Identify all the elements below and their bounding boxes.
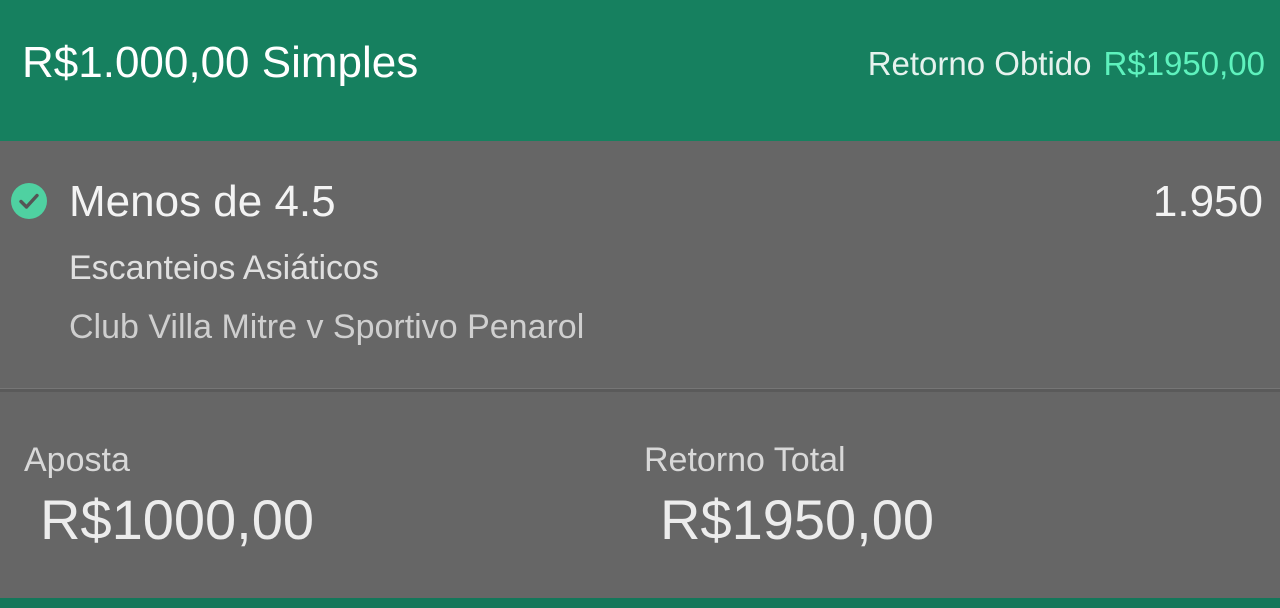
bet-header[interactable]: R$1.000,00 Simples Retorno Obtido R$1950,… <box>0 0 1280 141</box>
divider <box>0 388 1280 392</box>
selection-market: Escanteios Asiáticos <box>69 249 379 287</box>
selection-name: Menos de 4.5 <box>69 177 336 226</box>
return-obtained: Retorno Obtido R$1950,00 <box>868 44 1265 84</box>
bet-title: R$1.000,00 Simples <box>22 38 419 87</box>
check-circle-icon <box>11 183 47 219</box>
return-obtained-value: R$1950,00 <box>1103 45 1265 82</box>
total-return-value: R$1950,00 <box>660 488 935 551</box>
return-obtained-label: Retorno Obtido <box>867 45 1092 82</box>
stake-value: R$1000,00 <box>40 488 315 551</box>
total-return-label: Retorno Total <box>644 441 846 479</box>
footer-strip <box>0 598 1280 608</box>
selection-event: Club Villa Mitre v Sportivo Penarol <box>69 308 585 346</box>
selection-odds: 1.950 <box>1152 177 1263 226</box>
stake-label: Aposta <box>24 441 130 479</box>
